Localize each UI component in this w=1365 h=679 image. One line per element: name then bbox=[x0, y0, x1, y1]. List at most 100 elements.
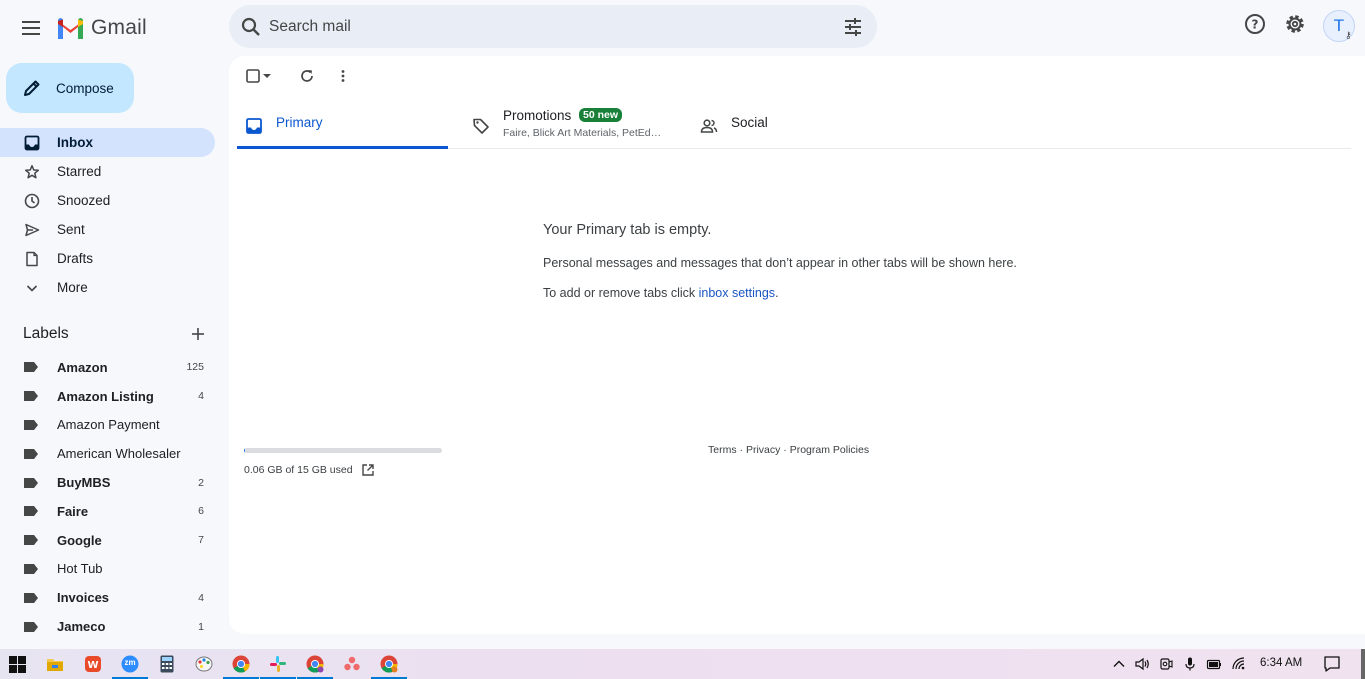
sidebar-item-label: More bbox=[57, 280, 88, 295]
tab-primary[interactable]: Primary bbox=[237, 104, 448, 149]
app-name: Gmail bbox=[91, 16, 147, 39]
gmail-m-icon bbox=[58, 18, 83, 39]
search-icon[interactable] bbox=[239, 15, 263, 39]
paint-palette-icon bbox=[195, 656, 213, 672]
label-name: American Wholesaler bbox=[57, 446, 181, 462]
refresh-icon bbox=[301, 70, 313, 82]
pencil-icon bbox=[24, 80, 40, 96]
asana-button[interactable] bbox=[342, 654, 362, 674]
create-label-plus-icon[interactable] bbox=[190, 326, 206, 342]
chrome-button-3[interactable] bbox=[371, 654, 407, 679]
select-options-dropdown[interactable] bbox=[260, 66, 274, 86]
chevron-down-icon bbox=[24, 280, 40, 296]
help-icon[interactable]: ? bbox=[1243, 12, 1267, 36]
settings-gear-icon[interactable] bbox=[1283, 12, 1307, 36]
calculator-button[interactable] bbox=[157, 654, 177, 674]
label-name: Invoices bbox=[57, 590, 110, 606]
sidebar-item-drafts[interactable]: Drafts bbox=[0, 244, 215, 273]
microphone-icon[interactable] bbox=[1182, 656, 1198, 672]
tab-promotions[interactable]: Promotions 50 new Faire, Blick Art Mater… bbox=[464, 104, 694, 149]
label-name: Jameco bbox=[57, 619, 106, 635]
promotions-senders: Faire, Blick Art Materials, PetEd… bbox=[503, 127, 662, 139]
label-item-buymbs[interactable]: BuyMBS 2 bbox=[0, 468, 215, 497]
compose-button[interactable]: Compose bbox=[6, 63, 134, 113]
sidebar-item-more[interactable]: More bbox=[0, 273, 215, 302]
caret-down-icon bbox=[263, 74, 271, 78]
search-options-icon[interactable] bbox=[841, 15, 865, 39]
footer-separator: · bbox=[736, 444, 746, 456]
empty-hint: To add or remove tabs click inbox settin… bbox=[543, 286, 1017, 300]
label-name: Hot Tub bbox=[57, 561, 103, 577]
label-tag-icon bbox=[24, 592, 38, 603]
tag-icon bbox=[473, 118, 489, 134]
notifications-icon[interactable] bbox=[1323, 655, 1341, 673]
label-item-amazon-listing[interactable]: Amazon Listing 4 bbox=[0, 382, 215, 411]
sidebar-item-label: Inbox bbox=[57, 135, 93, 150]
chrome-button-2[interactable] bbox=[297, 654, 333, 679]
star-icon bbox=[24, 164, 40, 180]
main-menu-button[interactable] bbox=[12, 8, 52, 48]
sidebar-nav: Inbox Starred Snoozed Sent Drafts More bbox=[0, 128, 215, 302]
empty-description: Personal messages and messages that don’… bbox=[543, 256, 1017, 270]
tab-label: Social bbox=[731, 115, 768, 130]
asana-icon bbox=[344, 656, 360, 671]
zoom-button[interactable]: zm bbox=[112, 654, 148, 679]
sidebar-item-sent[interactable]: Sent bbox=[0, 215, 215, 244]
windows-taskbar: W zm 6:34 AM bbox=[0, 649, 1365, 679]
gmail-logo[interactable]: Gmail bbox=[56, 12, 147, 44]
tab-social[interactable]: Social bbox=[692, 104, 903, 149]
paint-button[interactable] bbox=[194, 654, 214, 674]
label-item-amazon[interactable]: Amazon 125 bbox=[0, 353, 215, 382]
inbox-icon bbox=[246, 118, 262, 134]
label-unread-count: 1 bbox=[198, 620, 204, 633]
search-input[interactable] bbox=[269, 5, 829, 48]
slack-button[interactable] bbox=[260, 654, 296, 679]
chrome-profile-icon bbox=[306, 655, 324, 673]
system-clock[interactable]: 6:34 AM bbox=[1260, 657, 1302, 669]
scrollbar[interactable] bbox=[1361, 649, 1365, 679]
program-policies-link[interactable]: Program Policies bbox=[790, 444, 869, 456]
empty-state: Your Primary tab is empty. Personal mess… bbox=[543, 222, 1017, 300]
more-vert-icon bbox=[341, 70, 345, 82]
label-item-american-wholesaler[interactable]: American Wholesaler bbox=[0, 439, 215, 468]
labels-header: Labels bbox=[23, 325, 215, 347]
labels-title: Labels bbox=[23, 325, 69, 342]
windows-logo-icon bbox=[8, 655, 26, 673]
svg-text:W: W bbox=[87, 660, 98, 671]
camera-icon[interactable] bbox=[1158, 656, 1174, 672]
label-item-jameco[interactable]: Jameco 1 bbox=[0, 612, 215, 641]
label-unread-count: 4 bbox=[198, 390, 204, 403]
label-tag-icon bbox=[24, 621, 38, 632]
chrome-profile-icon bbox=[380, 655, 398, 673]
open-external-icon[interactable] bbox=[361, 463, 375, 477]
label-item-hot-tub[interactable]: Hot Tub bbox=[0, 555, 215, 584]
storage-text: 0.06 GB of 15 GB used bbox=[244, 464, 353, 476]
label-unread-count: 125 bbox=[186, 361, 204, 374]
clock-icon bbox=[24, 193, 40, 209]
wifi-icon[interactable] bbox=[1231, 656, 1247, 672]
inbox-icon bbox=[24, 135, 40, 151]
label-item-amazon-payment[interactable]: Amazon Payment bbox=[0, 411, 215, 440]
sidebar-item-inbox[interactable]: Inbox bbox=[0, 128, 215, 157]
chrome-button-1[interactable] bbox=[223, 654, 259, 679]
start-button[interactable] bbox=[7, 654, 27, 674]
sidebar-item-starred[interactable]: Starred bbox=[0, 157, 215, 186]
storage-info: 0.06 GB of 15 GB used bbox=[244, 448, 442, 477]
refresh-button[interactable] bbox=[297, 66, 317, 86]
speaker-icon[interactable] bbox=[1134, 656, 1150, 672]
sidebar-item-snoozed[interactable]: Snoozed bbox=[0, 186, 215, 215]
inbox-settings-link[interactable]: inbox settings bbox=[699, 286, 775, 300]
label-name: Faire bbox=[57, 503, 89, 519]
file-explorer-button[interactable] bbox=[45, 654, 65, 674]
label-item-faire[interactable]: Faire 6 bbox=[0, 497, 215, 526]
chevron-up-icon[interactable] bbox=[1111, 656, 1127, 672]
more-actions-button[interactable] bbox=[333, 66, 353, 86]
terms-link[interactable]: Terms bbox=[708, 444, 737, 456]
label-item-invoices[interactable]: Invoices 4 bbox=[0, 583, 215, 612]
search-bar[interactable] bbox=[229, 5, 877, 48]
wps-office-button[interactable]: W bbox=[83, 654, 103, 674]
battery-icon[interactable] bbox=[1206, 656, 1222, 672]
privacy-link[interactable]: Privacy bbox=[746, 444, 780, 456]
sidebar-item-label: Snoozed bbox=[57, 193, 111, 208]
label-item-google[interactable]: Google 7 bbox=[0, 526, 215, 555]
